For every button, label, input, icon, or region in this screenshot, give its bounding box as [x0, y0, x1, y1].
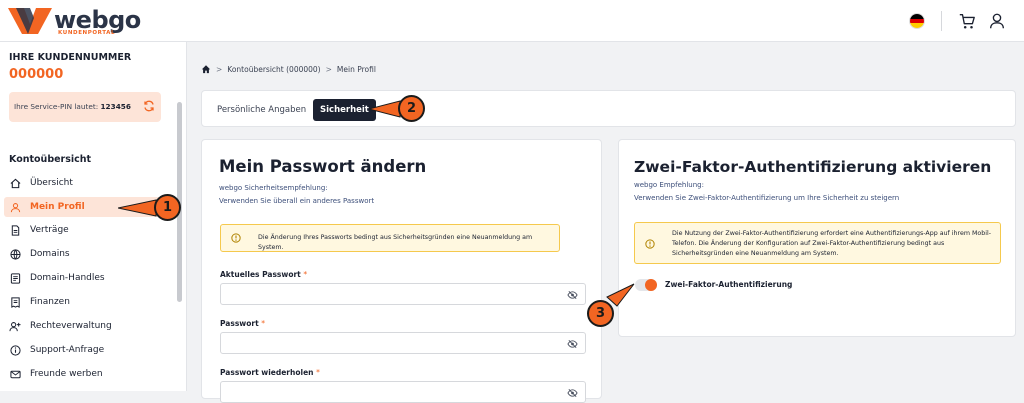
- password-recommendation: webgo Sicherheitsempfehlung: Verwenden S…: [219, 182, 374, 208]
- eye-slash-icon[interactable]: [567, 290, 578, 300]
- breadcrumb-item-kontouebersicht[interactable]: Kontoübersicht (000000): [227, 65, 320, 74]
- service-pin-value: 123456: [100, 102, 131, 111]
- info-icon: [9, 344, 21, 356]
- logo-mark-icon: [8, 8, 52, 34]
- invoice-icon: [9, 296, 21, 308]
- refresh-icon[interactable]: [143, 100, 155, 112]
- two-factor-card: Zwei-Faktor-Authentifizierung aktivieren…: [618, 139, 1016, 337]
- eye-slash-icon[interactable]: [567, 388, 578, 398]
- breadcrumb-item-mein-profil: Mein Profil: [336, 64, 376, 74]
- two-factor-rec-heading: webgo Empfehlung:: [634, 181, 704, 189]
- callout-badge-1: 1: [154, 194, 181, 221]
- service-pin-box: Ihre Service-PIN lautet: 123456: [9, 92, 161, 122]
- webgo-logo[interactable]: webgo KUNDENPORTAL: [8, 4, 141, 38]
- header-actions: [909, 9, 1016, 33]
- nav-title: Kontoübersicht: [9, 154, 92, 165]
- current-password-label: Aktuelles Passwort *: [220, 270, 307, 279]
- user-icon[interactable]: [988, 12, 1006, 30]
- sidebar-item-freunde-werben[interactable]: Freunde werben: [4, 364, 172, 384]
- german-flag-icon[interactable]: [909, 13, 925, 29]
- sidebar-item-label: Rechteverwaltung: [30, 321, 112, 331]
- password-info-text: Die Änderung Ihres Passworts bedingt aus…: [258, 234, 533, 251]
- customer-number-label: IHRE KUNDENNUMMER: [9, 52, 132, 63]
- profile-tabs: Persönliche Angaben Sicherheit: [201, 90, 1016, 127]
- service-pin-label: Ihre Service-PIN lautet:: [14, 102, 99, 111]
- globe-icon: [9, 248, 21, 260]
- document-icon: [9, 224, 21, 236]
- sidebar-item-label: Verträge: [30, 225, 69, 235]
- password-change-card: Mein Passwort ändern webgo Sicherheitsem…: [201, 139, 602, 403]
- header-divider: [941, 11, 942, 31]
- two-factor-toggle[interactable]: [635, 279, 657, 291]
- logo-subtitle: KUNDENPORTAL: [58, 30, 116, 36]
- current-password-label-text: Aktuelles Passwort: [220, 270, 301, 279]
- service-pin-text: Ihre Service-PIN lautet: 123456: [14, 102, 131, 111]
- sidebar-item-label: Support-Anfrage: [30, 345, 105, 355]
- repeat-password-label-text: Passwort wiederholen: [220, 368, 314, 377]
- callout-arrow-1: [118, 199, 157, 217]
- customer-number: 000000: [9, 67, 64, 82]
- breadcrumb-separator: >: [325, 64, 332, 74]
- home-icon[interactable]: [201, 64, 211, 74]
- user-plus-icon: [9, 320, 21, 332]
- tab-sicherheit[interactable]: Sicherheit: [313, 99, 376, 121]
- current-password-input[interactable]: [220, 283, 586, 305]
- two-factor-card-title: Zwei-Faktor-Authentifizierung aktivieren: [634, 158, 992, 176]
- eye-slash-icon[interactable]: [567, 339, 578, 349]
- repeat-password-input[interactable]: [220, 381, 586, 403]
- cart-icon[interactable]: [958, 12, 976, 30]
- sidebar-item-vertraege[interactable]: Verträge: [4, 220, 172, 240]
- new-password-input[interactable]: [220, 332, 586, 354]
- breadcrumb-separator: >: [216, 64, 223, 74]
- sidebar-item-label: Finanzen: [30, 297, 70, 307]
- callout-badge-2: 2: [398, 95, 425, 122]
- top-header: webgo KUNDENPORTAL: [0, 0, 1024, 42]
- user-icon: [9, 201, 21, 213]
- two-factor-info-line: Sicherheitsgründen eine Neuanmeldung am …: [672, 250, 839, 257]
- sidebar-item-uebersicht[interactable]: Übersicht: [4, 173, 172, 193]
- required-marker: *: [316, 368, 320, 377]
- two-factor-toggle-label: Zwei-Faktor-Authentifizierung: [665, 280, 793, 289]
- sidebar-item-domains[interactable]: Domains: [4, 244, 172, 264]
- sidebar-item-support-anfrage[interactable]: Support-Anfrage: [4, 340, 172, 360]
- password-info-box: Die Änderung Ihres Passworts bedingt aus…: [220, 224, 560, 252]
- sidebar-item-rechteverwaltung[interactable]: Rechteverwaltung: [4, 316, 172, 336]
- toggle-knob: [645, 279, 657, 291]
- sidebar-item-label: Freunde werben: [30, 369, 103, 379]
- required-marker: *: [261, 319, 266, 328]
- callout-badge-3: 3: [587, 300, 614, 327]
- two-factor-rec-text: Verwenden Sie Zwei-Faktor-Authentifizier…: [634, 194, 900, 202]
- password-rec-heading: webgo Sicherheitsempfehlung:: [219, 184, 328, 192]
- warning-icon: [645, 239, 655, 249]
- breadcrumb: > Kontoübersicht (000000) > Mein Profil: [201, 64, 376, 74]
- warning-icon: [231, 233, 241, 243]
- mail-icon: [9, 368, 21, 380]
- password-card-title: Mein Passwort ändern: [219, 157, 427, 176]
- password-rec-text: Verwenden Sie überall ein anderes Passwo…: [219, 197, 375, 205]
- callout-arrow-2: [369, 100, 401, 118]
- sidebar-item-finanzen[interactable]: Finanzen: [4, 292, 172, 312]
- tab-persoenliche-angaben[interactable]: Persönliche Angaben: [210, 99, 313, 121]
- home-icon: [9, 177, 21, 189]
- two-factor-info-text: Die Nutzung der Zwei-Faktor-Authentifizi…: [672, 229, 991, 259]
- sidebar-item-domain-handles[interactable]: Domain-Handles: [4, 268, 172, 288]
- repeat-password-label: Passwort wiederholen *: [220, 368, 320, 377]
- two-factor-info-line: Die Nutzung der Zwei-Faktor-Authentifizi…: [672, 230, 992, 237]
- new-password-label: Passwort *: [220, 319, 265, 328]
- two-factor-recommendation: webgo Empfehlung: Verwenden Sie Zwei-Fak…: [634, 179, 899, 205]
- sidebar-item-label: Mein Profil: [30, 202, 85, 212]
- two-factor-info-line: Telefon. Die Änderung der Konfiguration …: [672, 240, 945, 247]
- sidebar-item-label: Übersicht: [30, 178, 73, 188]
- new-password-label-text: Passwort: [220, 319, 259, 328]
- two-factor-info-box: Die Nutzung der Zwei-Faktor-Authentifizi…: [634, 222, 1001, 264]
- id-card-icon: [9, 272, 21, 284]
- sidebar-item-label: Domain-Handles: [30, 273, 105, 283]
- required-marker: *: [303, 270, 308, 279]
- sidebar-item-label: Domains: [30, 249, 70, 259]
